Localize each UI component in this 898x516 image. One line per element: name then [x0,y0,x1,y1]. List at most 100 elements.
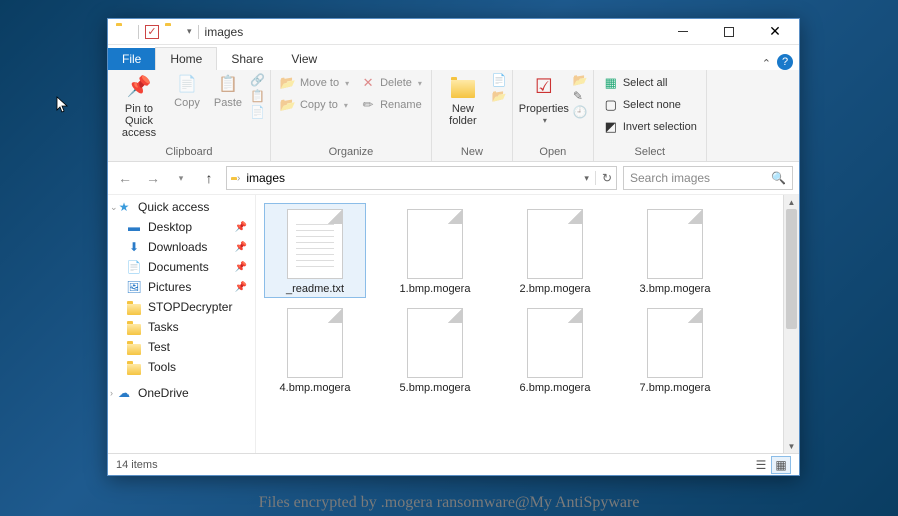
nav-onedrive-label: OneDrive [138,386,189,400]
tab-share[interactable]: Share [217,48,277,70]
unknown-file-icon [527,209,583,279]
nav-stop-label: STOPDecrypter [148,300,232,314]
file-name: _readme.txt [286,283,344,296]
file-item[interactable]: 2.bmp.mogera [504,203,606,298]
view-details-button[interactable]: ☰ [751,456,771,474]
qat-folder-icon[interactable] [165,24,181,40]
address-input[interactable]: › images ▾ ↻ [226,166,617,190]
help-button[interactable]: ? [777,54,793,70]
up-button[interactable]: ↑ [198,167,220,189]
nav-quick-access[interactable]: ⌄★Quick access [108,197,255,217]
file-item[interactable]: 3.bmp.mogera [624,203,726,298]
small-clip-icon3[interactable]: 📄 [250,105,265,119]
maximize-button[interactable] [709,19,749,45]
rename-button[interactable]: ✏Rename [356,95,426,115]
unknown-file-icon [527,308,583,378]
tab-view[interactable]: View [277,48,331,70]
recent-locations-button[interactable]: ▾ [170,167,192,189]
delete-label: Delete [380,77,412,89]
folder-icon [126,300,142,314]
status-bar: 14 items ☰ ▦ [108,453,799,475]
pin-icon: 📌 [235,282,247,293]
pin-quick-access-button[interactable]: 📌 Pin to Quick access [113,73,165,139]
rename-label: Rename [380,99,422,111]
refresh-button[interactable]: ↻ [595,171,612,185]
small-clip-icon2[interactable]: 📋 [250,89,265,103]
easy-access-icon[interactable]: 📂 [492,89,507,103]
file-item[interactable]: 1.bmp.mogera [384,203,486,298]
file-item[interactable]: 4.bmp.mogera [264,302,366,397]
tab-file[interactable]: File [108,48,155,70]
new-item-icon[interactable]: 📄 [492,73,507,87]
nav-documents[interactable]: 📄Documents📌 [108,257,255,277]
nav-tools-label: Tools [148,360,176,374]
properties-label: Properties [519,103,569,115]
nav-tasks-label: Tasks [148,320,179,334]
address-dropdown-icon[interactable]: ▾ [584,173,589,184]
nav-desktop[interactable]: ▬Desktop📌 [108,217,255,237]
navigation-pane: ⌄★Quick access ▬Desktop📌 ⬇Downloads📌 📄Do… [108,195,256,453]
content-area: _readme.txt 1.bmp.mogera2.bmp.mogera 3.bmp… [256,195,799,453]
minimize-button[interactable] [663,19,703,45]
select-all-button[interactable]: ▦Select all [599,73,701,93]
nav-onedrive[interactable]: ›☁OneDrive [108,383,255,403]
properties-button[interactable]: ☑ Properties▾ [518,73,570,126]
close-button[interactable]: ✕ [755,19,795,45]
nav-stopdecrypter[interactable]: STOPDecrypter [108,297,255,317]
item-count: 14 items [116,459,158,471]
file-item[interactable]: _readme.txt [264,203,366,298]
nav-documents-label: Documents [148,260,209,274]
collapse-ribbon-button[interactable]: ⌃ [756,57,777,70]
view-icons-button[interactable]: ▦ [771,456,791,474]
copy-to-button[interactable]: 📂Copy to▾ [276,95,353,115]
new-folder-button[interactable]: New folder [437,73,489,127]
forward-button[interactable]: → [142,167,164,189]
nav-tools[interactable]: Tools [108,357,255,377]
select-none-label: Select none [623,99,681,111]
edit-icon[interactable]: ✎ [573,89,588,103]
select-none-icon: ▢ [603,97,619,113]
move-to-button[interactable]: 📂Move to▾ [276,73,353,93]
paste-button[interactable]: 📋 Paste [209,73,247,109]
unknown-file-icon [647,308,703,378]
nav-pictures[interactable]: 🖼 Pictures 📌 [108,277,255,297]
copy-button[interactable]: 📄 Copy [168,73,206,109]
vertical-scrollbar[interactable]: ▲ ▼ [783,195,799,453]
file-grid[interactable]: _readme.txt 1.bmp.mogera2.bmp.mogera 3.bmp… [256,195,783,453]
delete-button[interactable]: ✕Delete▾ [356,73,426,93]
select-none-button[interactable]: ▢ Select none [599,95,701,115]
file-name: 7.bmp.mogera [640,382,711,395]
star-icon: ★ [116,200,132,214]
invert-selection-button[interactable]: ◩Invert selection [599,117,701,137]
qat-dropdown[interactable]: ▾ [187,26,192,37]
file-item[interactable]: 7.bmp.mogera [624,302,726,397]
unknown-file-icon [287,308,343,378]
file-name: 3.bmp.mogera [640,283,711,296]
nav-tasks[interactable]: Tasks [108,317,255,337]
folder-icon [126,340,142,354]
downloads-icon: ⬇ [126,240,142,254]
clipboard-group-label: Clipboard [113,144,265,160]
folder-icon [116,24,132,40]
history-icon[interactable]: 🕘 [573,105,588,119]
nav-test[interactable]: Test [108,337,255,357]
qat-properties-icon[interactable]: ✓ [145,25,159,39]
pin-icon: 📌 [235,262,247,273]
scroll-down-button[interactable]: ▼ [784,439,799,453]
ribbon-group-open: ☑ Properties▾ 📂 ✎ 🕘 Open [513,70,594,161]
nav-downloads[interactable]: ⬇Downloads📌 [108,237,255,257]
delete-icon: ✕ [360,75,376,91]
nav-pictures-label: Pictures [148,280,191,294]
file-item[interactable]: 5.bmp.mogera [384,302,486,397]
properties-icon: ☑ [530,73,558,101]
new-folder-label: New folder [437,103,489,127]
small-clip-icon[interactable]: 🔗 [250,73,265,87]
pictures-icon: 🖼 [126,280,142,294]
scroll-thumb[interactable] [786,209,797,329]
open-icon[interactable]: 📂 [573,73,588,87]
search-input[interactable]: Search images 🔍 [623,166,793,190]
back-button[interactable]: ← [114,167,136,189]
file-item[interactable]: 6.bmp.mogera [504,302,606,397]
scroll-up-button[interactable]: ▲ [784,195,799,209]
tab-home[interactable]: Home [155,47,217,70]
